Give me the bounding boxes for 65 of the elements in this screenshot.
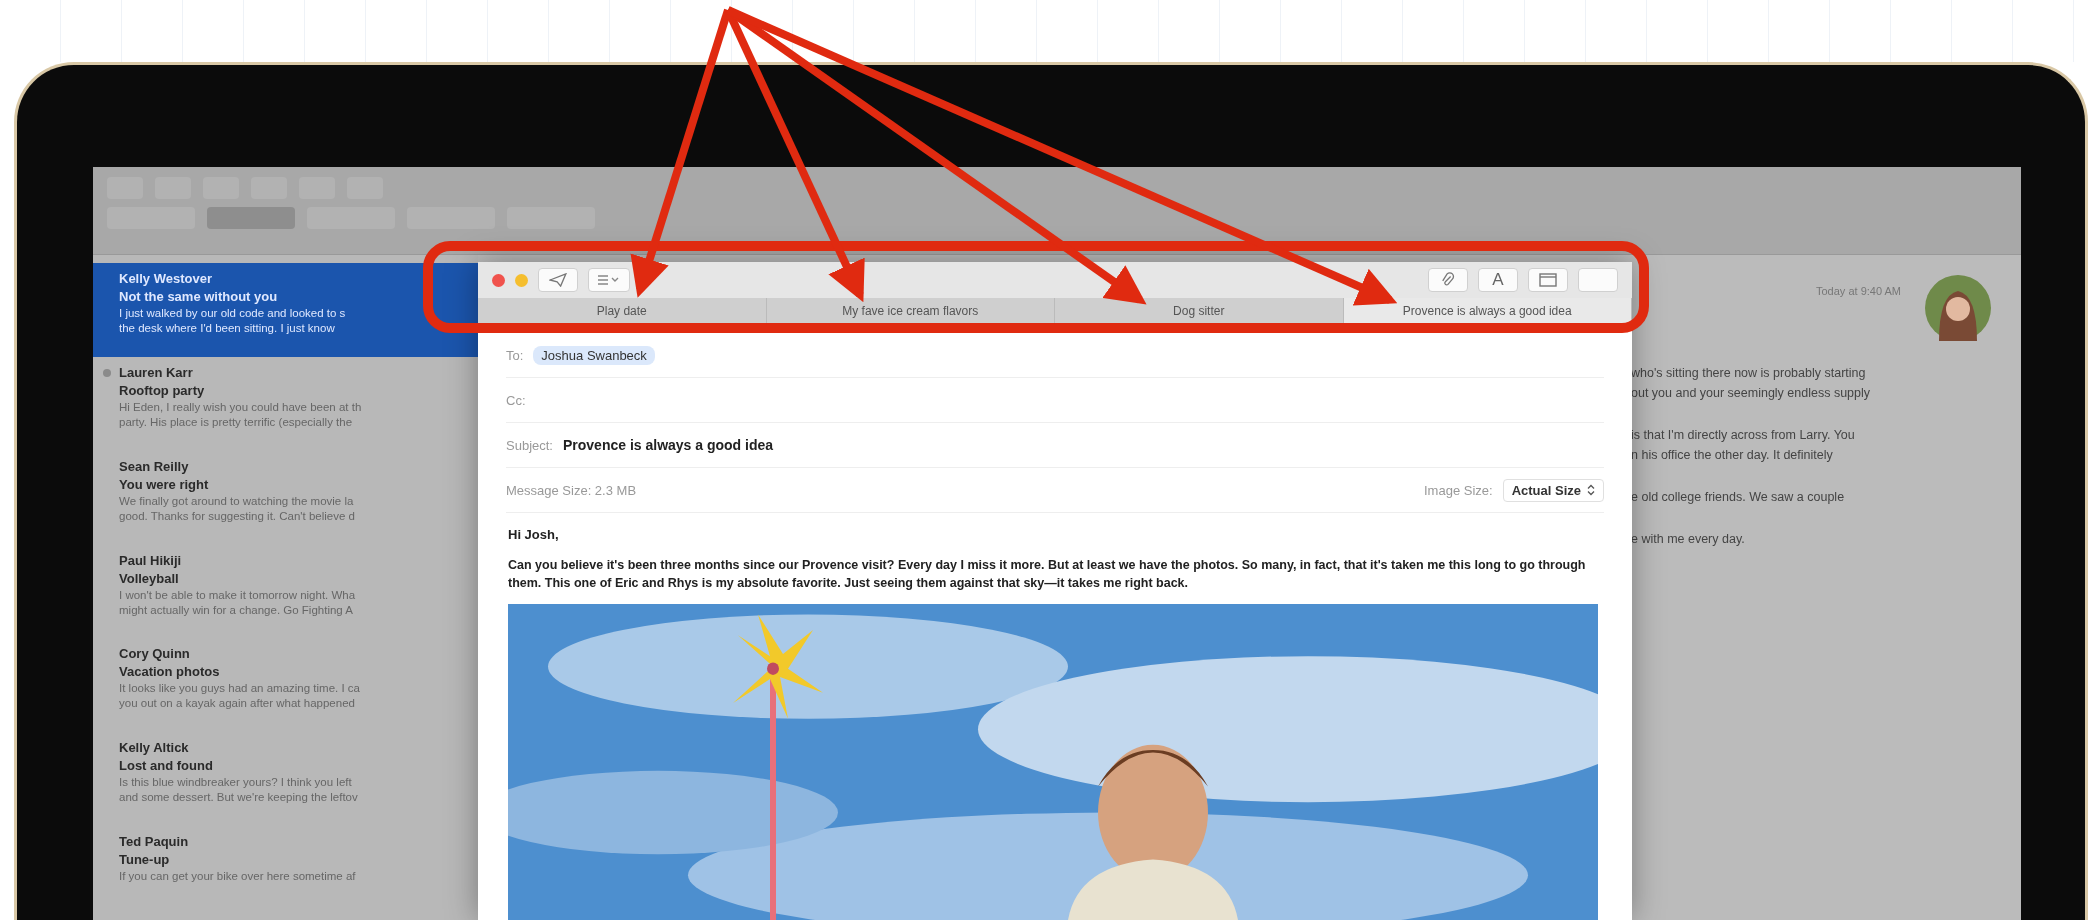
- send-button[interactable]: [538, 268, 578, 292]
- avatar: [1925, 275, 1991, 341]
- field-label: Image Size:: [1424, 482, 1493, 498]
- message-subject: Rooftop party: [119, 382, 206, 398]
- recipient-token[interactable]: Joshua Swanbeck: [533, 345, 655, 365]
- message-preview: you out on a kayak again after what happened: [119, 697, 356, 710]
- window-icon: [1539, 273, 1557, 287]
- font-button[interactable]: A: [1478, 268, 1518, 292]
- message-preview: good. Thanks for suggesting it. Can't believe d: [119, 509, 356, 522]
- message-text: out you and your seemingly endless supply: [1631, 385, 1872, 402]
- subject-text: Provence is always a good idea: [563, 437, 774, 453]
- message-preview: and some dessert. But we're keeping the leftov: [119, 791, 359, 804]
- sender-name: Cory Quinn: [119, 646, 191, 662]
- sender-name: Kelly Altick: [119, 740, 190, 756]
- message-item[interactable]: Ted Paquin Tune-up If you can get your bike over here sometime af: [93, 826, 478, 920]
- field-label: To:: [506, 347, 524, 363]
- image-size-select[interactable]: Actual Size: [1502, 478, 1604, 502]
- message-item[interactable]: Sean Reilly You were right We finally got around to watching the movie la good. Thanks for suggesting it. Can't believe d: [93, 450, 478, 545]
- close-button[interactable]: [492, 273, 505, 287]
- sender-name: Sean Reilly: [119, 458, 190, 474]
- message-subject: You were right: [119, 476, 210, 492]
- message-subject: Vacation photos: [119, 664, 221, 680]
- toolbar-button[interactable]: [1578, 268, 1618, 292]
- message-preview: I won't be able to make it tomorrow night. Wha: [119, 588, 357, 601]
- message-preview: Hi Eden, I really wish you could have been at th: [119, 400, 363, 413]
- message-subject: Tune-up: [119, 852, 171, 868]
- message-preview: party. His place is pretty terrific (especially the: [119, 415, 354, 428]
- message-preview: We finally got around to watching the movie la: [119, 494, 355, 507]
- message-text: e with me every day.: [1631, 531, 1746, 548]
- message-text: e old college friends. We saw a couple: [1631, 489, 1846, 506]
- message-text: is that I'm directly across from Larry. You: [1631, 427, 1856, 444]
- photo-browser-button[interactable]: [1528, 268, 1568, 292]
- message-preview: the desk where I'd been sitting. I just know: [119, 322, 336, 334]
- toolbar-button[interactable]: [207, 207, 295, 229]
- message-item[interactable]: Paul Hikiji Volleyball I won't be able to make it tomorrow night. Wha might actually win for a change. Go Fighting A: [93, 544, 478, 639]
- message-item[interactable]: Lauren Karr Rooftop party Hi Eden, I really wish you could have been at th party. His place is pretty terrific (especially the: [93, 356, 478, 451]
- list-format-button[interactable]: [588, 268, 630, 292]
- chevron-updown-icon: [1587, 484, 1595, 496]
- message-subject: Lost and found: [119, 758, 214, 774]
- message-preview: Is this blue windbreaker yours? I think you left: [119, 776, 353, 789]
- message-subject: Volleyball: [119, 570, 180, 586]
- send-icon: [549, 273, 567, 287]
- greeting-text: Hi Josh,: [508, 527, 560, 542]
- sender-name: Ted Paquin: [119, 834, 190, 850]
- message-preview: If you can get your bike over here sometime af: [119, 870, 357, 883]
- sender-name: Paul Hikiji: [119, 552, 183, 568]
- body-text: Can you believe it's been three months since our Provence visit? Every day I miss it more. But at least we have the photos. So many, in fact, that it's taken me this long to go through them. This one of Eric and Rhys is my absolute favorite. Just seeing them against that sky—it takes me right back.: [508, 557, 1587, 592]
- paperclip-icon: [1441, 272, 1455, 288]
- message-preview: I just walked by our old code and looked to s: [119, 307, 347, 319]
- message-date: Today at 9:40 AM: [1816, 285, 1901, 297]
- message-subject: Not the same without you: [119, 289, 279, 304]
- message-item[interactable]: Kelly Altick Lost and found Is this blue windbreaker yours? I think you left and some dessert. But we're keeping the leftov: [93, 732, 478, 827]
- field-label: Subject:: [506, 437, 553, 453]
- sender-name: Kelly Westover: [119, 271, 213, 286]
- message-preview: might actually win for a change. Go Fighting A: [119, 603, 354, 616]
- message-text: n his office the other day. It definitely: [1631, 447, 1834, 464]
- list-icon: [597, 274, 621, 286]
- field-label: Cc:: [506, 392, 526, 408]
- message-item[interactable]: Kelly Westover Not the same without you I just walked by our old code and looked to s the desk where I'd been sitting. I just know: [93, 263, 478, 357]
- sender-name: Lauren Karr: [119, 364, 194, 380]
- message-size: Message Size: 2.3 MB: [506, 482, 637, 498]
- tab[interactable]: Provence is always a good idea: [1343, 298, 1632, 324]
- message-text: who's sitting there now is probably starting: [1631, 365, 1867, 382]
- minimize-button[interactable]: [515, 273, 528, 287]
- attach-button[interactable]: [1428, 268, 1468, 292]
